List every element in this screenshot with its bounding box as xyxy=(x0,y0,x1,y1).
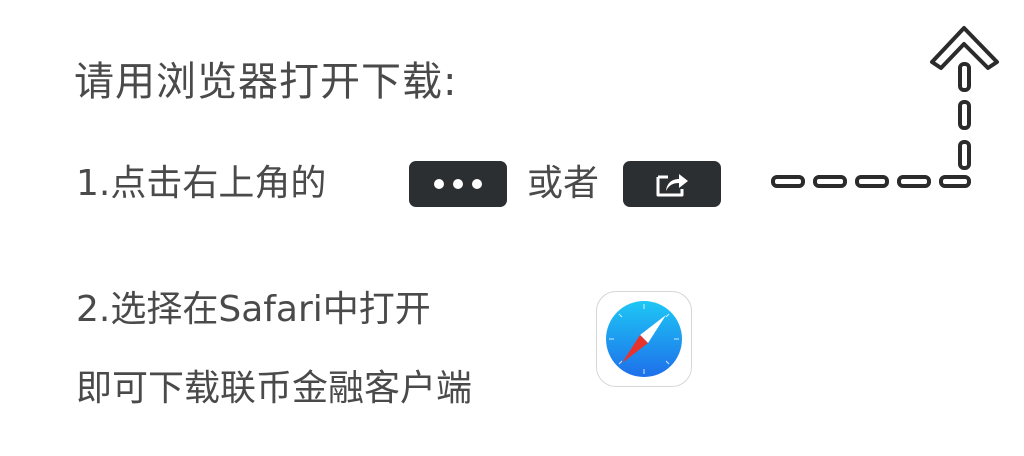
dashed-arrow-up-icon xyxy=(771,26,999,188)
step2-download-text: 即可下载联币金融客户端 xyxy=(76,368,473,409)
more-dots-icon xyxy=(434,179,444,189)
share-icon xyxy=(656,174,688,197)
more-dot xyxy=(453,179,463,189)
step2-text: 2.选择在Safari中打开 xyxy=(76,289,431,330)
or-text: 或者 xyxy=(527,163,600,204)
share-button xyxy=(623,161,721,207)
safari-compass-icon xyxy=(606,301,682,377)
more-dot xyxy=(472,179,482,189)
more-options-button xyxy=(409,161,507,207)
safari-app-icon xyxy=(596,291,692,387)
instruction-title: 请用浏览器打开下载: xyxy=(74,59,458,105)
step1-text: 1.点击右上角的 xyxy=(76,163,327,204)
